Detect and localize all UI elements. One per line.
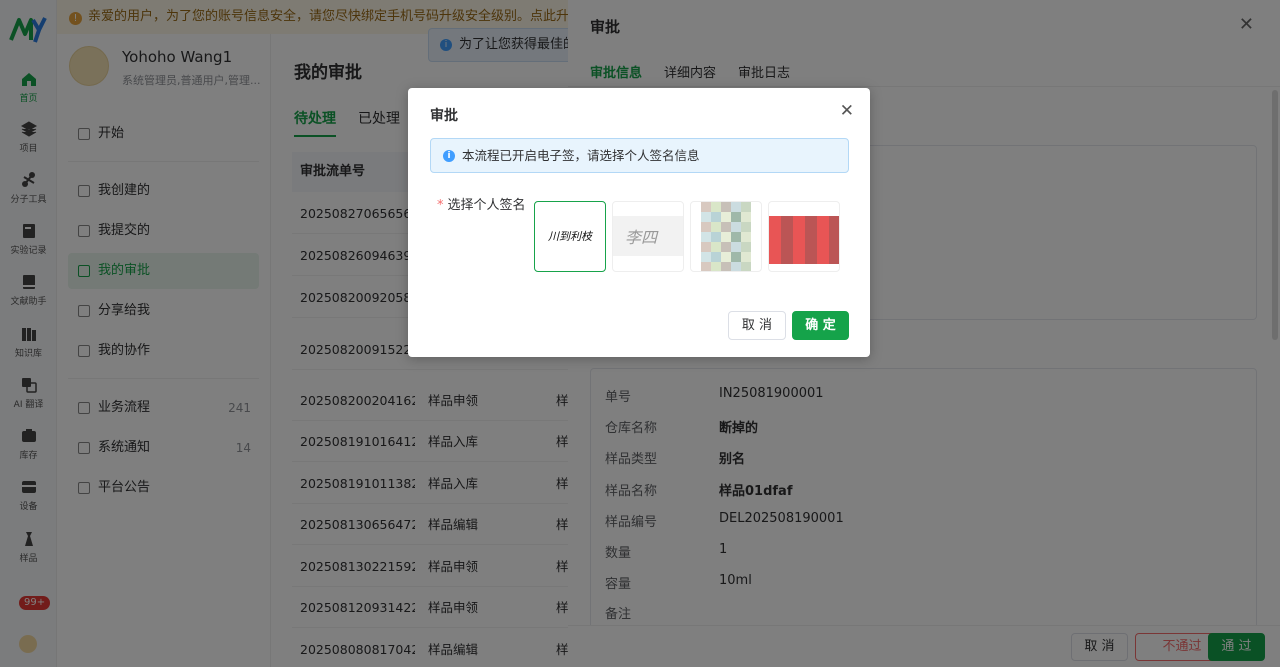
signature-text: 李四 <box>625 228 658 247</box>
required-mark: * <box>437 198 444 213</box>
alert-text: 本流程已开启电子签，请选择个人签名信息 <box>462 148 700 163</box>
signature-option[interactable]: 李四 <box>612 201 684 272</box>
confirm-button[interactable]: 确 定 <box>792 311 849 340</box>
signature-image: 李四 <box>613 216 683 256</box>
signature-option[interactable] <box>690 201 762 272</box>
signature-option[interactable] <box>768 201 840 272</box>
cancel-button[interactable]: 取 消 <box>728 311 786 340</box>
signature-label: * 选择个人签名 <box>437 194 526 213</box>
signature-text: 川到利枝 <box>548 230 592 243</box>
info-icon: i <box>443 150 455 162</box>
info-alert: i 本流程已开启电子签，请选择个人签名信息 <box>430 138 849 173</box>
signature-dialog: 审批 ✕ i 本流程已开启电子签，请选择个人签名信息 * 选择个人签名 川到利枝 李… <box>408 88 870 357</box>
close-icon[interactable]: ✕ <box>840 101 854 121</box>
label-text: 选择个人签名 <box>447 198 526 213</box>
signature-image <box>701 202 751 271</box>
dialog-title: 审批 <box>430 108 458 124</box>
signature-option[interactable]: 川到利枝 <box>534 201 606 272</box>
signature-image <box>769 216 839 264</box>
